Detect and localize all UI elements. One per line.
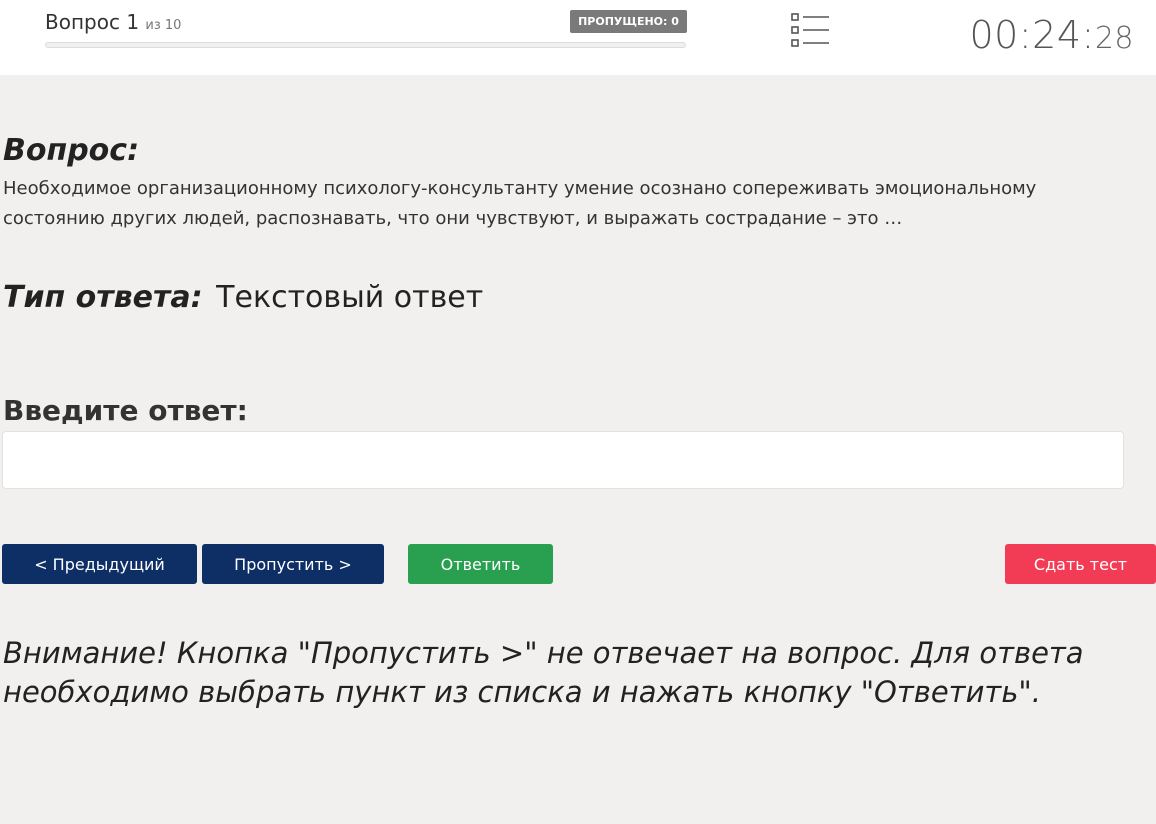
timer: 00:24:28 (970, 13, 1135, 57)
answer-type-value: Текстовый ответ (216, 280, 484, 315)
timer-main: 00:24: (969, 13, 1095, 57)
question-total: из 10 (145, 18, 182, 33)
question-text: Необходимое организационному психологу-к… (3, 178, 1037, 229)
warning-text: Внимание! Кнопка "Пропустить >" не отвеч… (3, 636, 1084, 709)
answer-button[interactable]: Ответить (408, 544, 553, 584)
answer-input-label: Введите ответ: (3, 394, 248, 427)
previous-button[interactable]: < Предыдущий (2, 544, 197, 584)
answer-input[interactable] (2, 431, 1124, 489)
question-number: Вопрос 1 (45, 10, 140, 34)
question-label: Вопрос: (3, 133, 140, 168)
question-counter: Вопрос 1 из 10 (45, 10, 181, 34)
answer-type-label: Тип ответа: (3, 280, 203, 315)
timer-seconds: 28 (1094, 21, 1134, 56)
answer-type: Тип ответа: Текстовый ответ (3, 280, 483, 315)
skipped-badge: ПРОПУЩЕНО: 0 (570, 10, 687, 33)
list-icon[interactable] (789, 12, 831, 48)
header-bar: Вопрос 1 из 10 ПРОПУЩЕНО: 0 00:24:28 (0, 0, 1156, 75)
skip-button[interactable]: Пропустить > (202, 544, 384, 584)
submit-test-button[interactable]: Сдать тест (1005, 544, 1156, 584)
progress-bar (45, 42, 686, 48)
